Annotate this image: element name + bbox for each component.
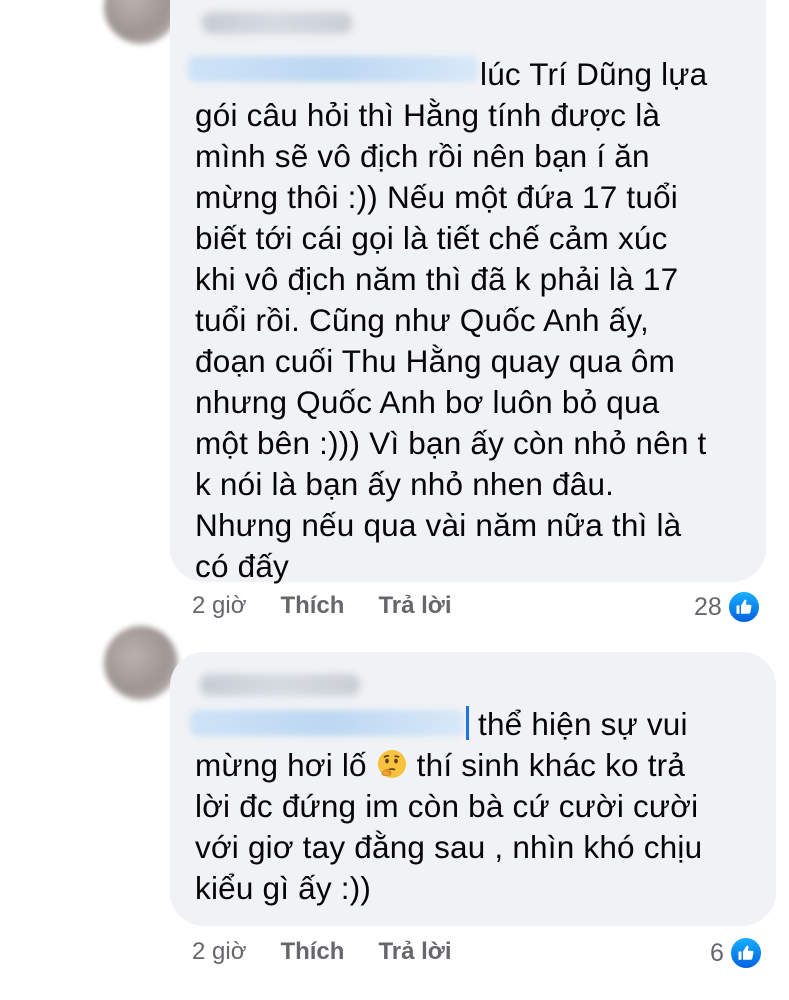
comment-line: nhưng Quốc Anh bơ luôn bỏ qua	[195, 384, 660, 420]
comment-line: có đấy	[195, 548, 290, 584]
comment-line: tuổi rồi. Cũng như Quốc Anh ấy,	[195, 302, 649, 338]
comment-line: thể hiện sự vui	[478, 706, 688, 742]
comment-line-part: thí sinh khác ko trả	[416, 747, 686, 783]
thumbs-up-icon	[726, 590, 761, 624]
commenter-name-redacted[interactable]	[200, 674, 360, 696]
reply-button[interactable]: Trả lời	[378, 592, 451, 620]
reaction-count: 6	[710, 938, 724, 967]
comment-line: k nói là bạn ấy nhỏ nhen đâu.	[195, 466, 615, 502]
comment-line-part: mừng hơi lố	[195, 747, 367, 783]
comment-timestamp[interactable]: 2 giờ	[192, 938, 246, 966]
comment-line: mình sẽ vô địch rồi nên bạn í ăn	[195, 138, 650, 174]
comment-line: biết tới cái gọi là tiết chế cảm xúc	[195, 220, 668, 256]
comment-line: mừng hơi lố thí sinh khác ko trả	[195, 745, 702, 786]
comment-line: khi vô địch năm thì đã k phải là 17	[195, 261, 679, 297]
comment-meta: 2 giờ Thích Trả lời	[192, 938, 486, 966]
comment-line: lời đc đứng im còn bà cứ cười cười	[195, 788, 699, 824]
comment-line: kiểu gì ấy :))	[195, 870, 372, 906]
like-button[interactable]: Thích	[280, 938, 344, 966]
reply-button[interactable]: Trả lời	[378, 938, 451, 966]
comment-text: lúc Trí Dũng lựa gói câu hỏi thì Hằng tí…	[195, 54, 707, 587]
comment-line: Nhưng nếu qua vài năm nữa thì là	[195, 507, 682, 543]
comment-line: đoạn cuối Thu Hằng quay qua ôm	[195, 343, 676, 379]
comment-line: mừng thôi :)) Nếu một đứa 17 tuổi	[195, 179, 678, 215]
commenter-avatar[interactable]	[104, 626, 178, 700]
commenter-name-redacted[interactable]	[202, 12, 352, 34]
like-button[interactable]: Thích	[280, 592, 344, 620]
comment-line: với giơ tay đằng sau , nhìn khó chịu	[195, 829, 703, 865]
thinking-face-icon	[377, 750, 406, 778]
comment-text: thể hiện sự vui mừng hơi lố thí sinh khá…	[195, 704, 702, 909]
reaction-summary[interactable]: 28	[694, 590, 761, 624]
commenter-avatar[interactable]	[104, 0, 178, 44]
comment-line: lúc Trí Dũng lựa	[480, 56, 708, 92]
thumbs-up-icon	[728, 936, 763, 970]
comment-timestamp[interactable]: 2 giờ	[192, 592, 246, 620]
reaction-summary[interactable]: 6	[710, 936, 763, 970]
comment-meta: 2 giờ Thích Trả lời	[192, 592, 486, 620]
comment-line: gói câu hỏi thì Hằng tính được là	[195, 97, 661, 133]
reaction-count: 28	[694, 592, 722, 621]
comment-line: một bên :))) Vì bạn ấy còn nhỏ nên t	[195, 425, 707, 461]
